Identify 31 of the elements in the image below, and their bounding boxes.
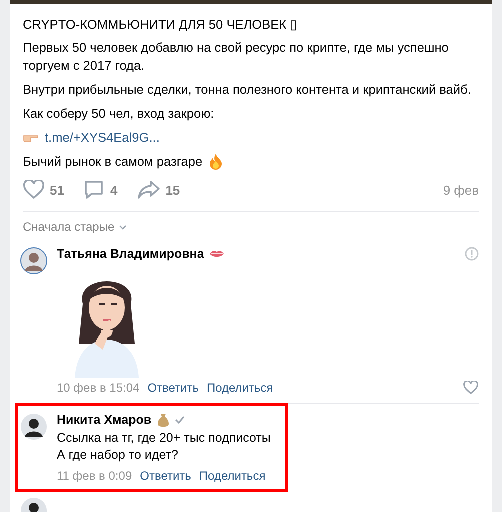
comment-icon[interactable] (83, 180, 106, 200)
post-paragraph: Первых 50 человек добавлю на свой ресурс по крипте, где мы успешно торгуем с 2017 года. (23, 40, 449, 73)
share-arrow-icon[interactable] (136, 180, 161, 200)
comment-count: 4 (110, 182, 118, 198)
post-paragraph: Бычий рынок в самом разгаре (23, 153, 203, 171)
post-paragraph: Как соберу 50 чел, вход закрою: (23, 106, 214, 121)
share-link[interactable]: Поделиться (206, 381, 274, 395)
share-link[interactable]: Поделиться (199, 469, 266, 483)
checkmark-icon (174, 416, 185, 424)
reply-link[interactable]: Ответить (140, 469, 192, 483)
chevron-down-icon[interactable] (118, 224, 127, 230)
post-date: 9 фев (443, 182, 479, 198)
avatar[interactable] (20, 413, 48, 441)
like-count: 51 (50, 182, 64, 198)
comment-text: А где набор то идет? (57, 447, 180, 464)
heart-icon[interactable] (463, 381, 479, 395)
heart-icon[interactable] (23, 180, 45, 200)
reply-link[interactable]: Ответить (148, 381, 199, 395)
report-icon[interactable] (465, 247, 479, 261)
post-title: CRYPTO-КОММЬЮНИТИ ДЛЯ 50 ЧЕЛОВЕК ▯ (23, 16, 298, 34)
author-name[interactable]: Татьяна Владимировна (57, 247, 204, 261)
comment-text: Ссылка на тг, где 20+ тыс подписоты (57, 430, 272, 447)
share-count: 15 (166, 182, 180, 198)
pointing-hand-icon (23, 133, 39, 143)
author-name[interactable]: Никита Хмаров (57, 413, 152, 427)
fire-icon (208, 154, 223, 170)
lips-icon (210, 250, 224, 258)
sort-dropdown[interactable]: Сначала старые (23, 220, 115, 234)
post-paragraph: Внутри прибыльные сделки, тонна полезного контента и криптанский вайб. (23, 82, 472, 97)
post-link[interactable]: t.me/+XYS4Eal9G... (45, 129, 160, 147)
money-bag-icon (158, 413, 169, 427)
